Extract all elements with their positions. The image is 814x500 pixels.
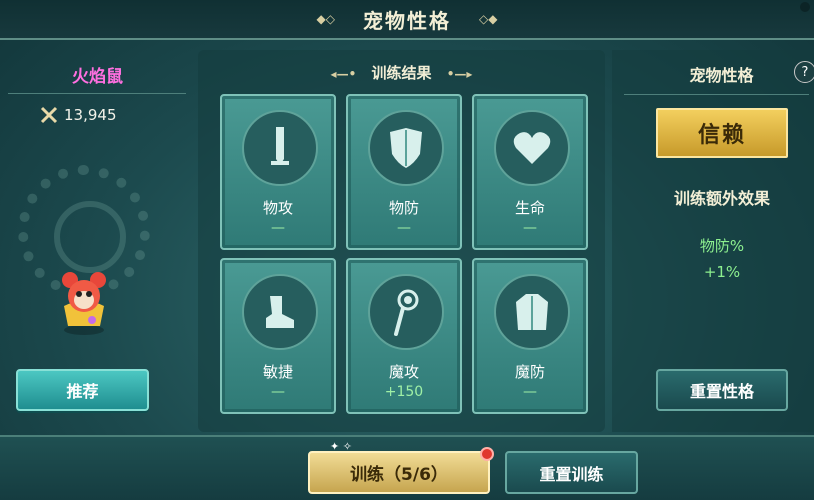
pet-info-panel: 火焰鼠 13,945 推荐 — [0, 40, 195, 435]
sword-icon — [271, 127, 289, 165]
divider — [624, 94, 809, 95]
stat-label: 生命 — [514, 199, 545, 217]
stat-icon-circle — [368, 274, 444, 350]
stat-card-magic-attack[interactable]: 魔攻 +150 — [346, 258, 462, 414]
stat-label: 物攻 — [262, 199, 293, 217]
extra-effect-stat: 物防% — [699, 237, 745, 255]
reset-trait-button[interactable]: 重置性格 — [656, 369, 788, 411]
trait-badge: 信赖 — [656, 108, 788, 158]
boot-icon — [266, 296, 294, 328]
stat-label: 魔攻 — [388, 363, 419, 381]
stat-card-agility[interactable]: 敏捷 — — [220, 258, 336, 414]
stat-grid: 物攻 — 物防 — 生命 — 敏捷 — 魔攻 +150 魔防 — — [220, 94, 588, 414]
training-results-title: ◂—• 训练结果 •—▸ — [198, 62, 605, 83]
extra-effect-value: +1% — [703, 263, 741, 281]
stat-card-phys-defense[interactable]: 物防 — — [346, 94, 462, 250]
stat-card-phys-attack[interactable]: 物攻 — — [220, 94, 336, 250]
stat-value: — — [523, 220, 537, 236]
divider — [8, 93, 186, 94]
right-arrow-ornament-icon: •—▸ — [446, 67, 473, 81]
left-ornament-icon: ◆◇ — [316, 12, 335, 26]
pet-name: 火焰鼠 — [72, 67, 123, 87]
stat-card-hp[interactable]: 生命 — — [472, 94, 588, 250]
combat-power-value: 13,945 — [64, 106, 117, 124]
reset-training-button[interactable]: 重置训练 — [505, 451, 638, 494]
stat-value: — — [271, 384, 285, 400]
notification-dot-icon — [480, 447, 494, 461]
stat-value: +150 — [384, 384, 424, 400]
right-ornament-icon: ◇◆ — [479, 12, 498, 26]
recommend-button[interactable]: 推荐 — [16, 369, 149, 411]
shield-icon — [390, 128, 422, 168]
corner-decoration-icon — [800, 2, 810, 12]
magic-staff-icon — [394, 289, 419, 336]
stat-value: — — [523, 384, 537, 400]
stat-label: 敏捷 — [262, 363, 293, 381]
stat-icon-circle — [242, 274, 318, 350]
top-bar: ◆◇ 宠物性格 ◇◆ — [0, 0, 814, 40]
trait-title: 宠物性格 — [689, 66, 754, 85]
stat-icon-circle — [494, 110, 570, 186]
pet-trait-panel: 宠物性格 ? 信赖 训练额外效果 物防% +1% 重置性格 — [612, 50, 814, 432]
robe-icon — [516, 294, 548, 330]
help-icon[interactable]: ? — [794, 61, 814, 83]
training-results-label: 训练结果 — [371, 64, 432, 82]
left-arrow-ornament-icon: ◂—• — [330, 67, 357, 81]
combat-power: 13,945 — [40, 106, 117, 124]
stat-value: — — [397, 220, 411, 236]
stat-icon-circle — [368, 110, 444, 186]
pet-avatar[interactable] — [56, 268, 112, 338]
crossed-swords-icon — [40, 106, 58, 124]
stat-label: 魔防 — [514, 363, 545, 381]
extra-effect-label: 训练额外效果 — [673, 189, 770, 208]
stat-card-magic-defense[interactable]: 魔防 — — [472, 258, 588, 414]
stat-value: — — [271, 220, 285, 236]
stat-icon-circle — [494, 274, 570, 350]
stat-label: 物防 — [388, 199, 419, 217]
stat-icon-circle — [242, 110, 318, 186]
training-results-panel: ◂—• 训练结果 •—▸ 物攻 — 物防 — 生命 — 敏捷 — 魔攻 +150… — [198, 50, 605, 432]
train-button[interactable]: 训练（5/6） — [308, 451, 490, 494]
page-title: 宠物性格 — [363, 8, 451, 33]
heart-icon — [513, 132, 551, 164]
